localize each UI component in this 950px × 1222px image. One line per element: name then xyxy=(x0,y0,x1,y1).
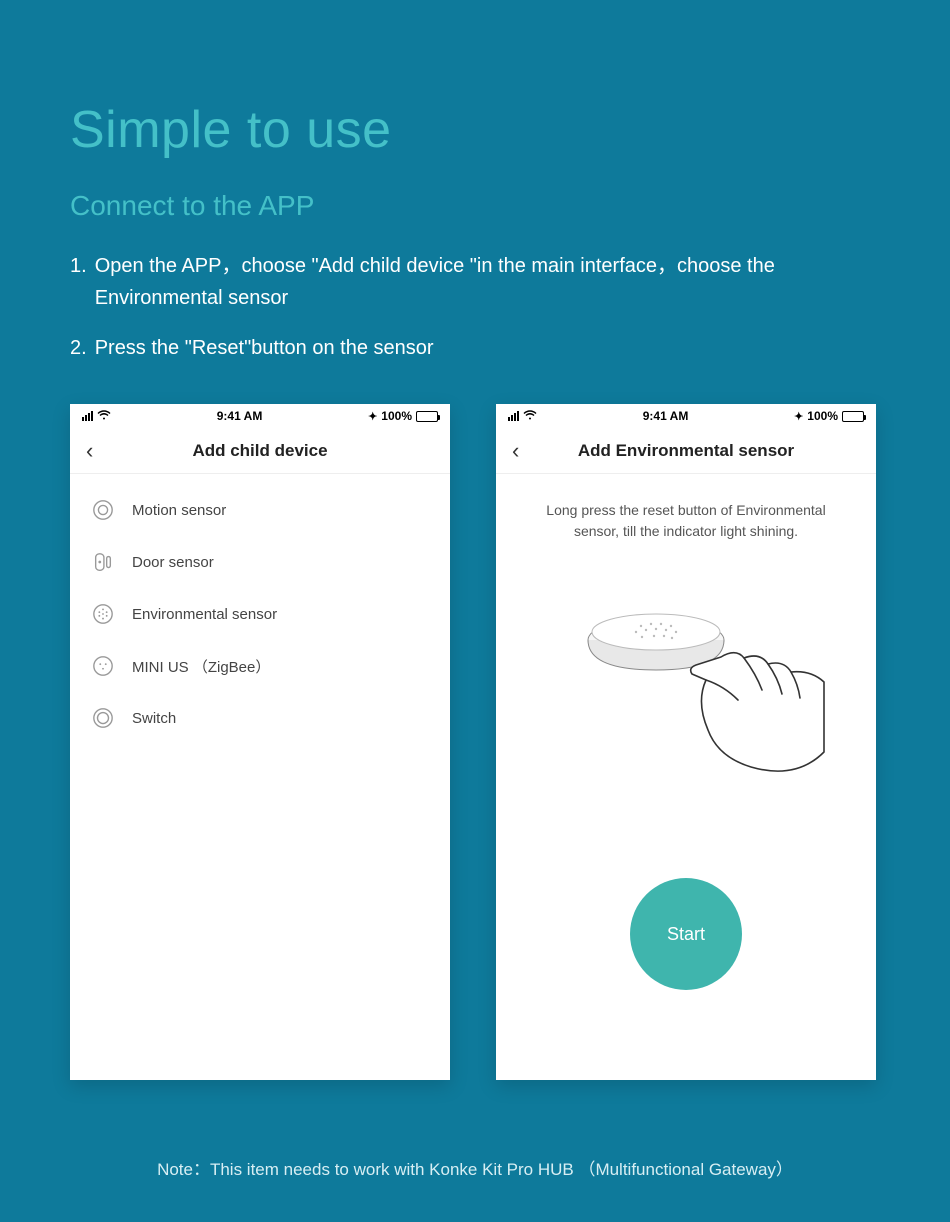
phone-mockups: 9:41 AM ✦ 100% ‹ Add child device Motion… xyxy=(70,404,880,1080)
signal-icon xyxy=(82,411,93,421)
footer-note: Note：This item needs to work with Konke … xyxy=(0,1155,950,1180)
step-number: 1. xyxy=(70,250,95,314)
bluetooth-icon: ✦ xyxy=(794,410,803,423)
device-item-mini-us[interactable]: MINI US （ZigBee） xyxy=(70,640,450,692)
device-label: MINI US （ZigBee） xyxy=(132,656,270,677)
device-item-motion[interactable]: Motion sensor xyxy=(70,484,450,536)
status-time: 9:41 AM xyxy=(643,409,689,423)
start-button[interactable]: Start xyxy=(630,878,742,990)
reset-instruction: Long press the reset button of Environme… xyxy=(496,474,876,552)
device-list: Motion sensor Door sensor Environmental … xyxy=(70,474,450,754)
nav-bar: ‹ Add Environmental sensor xyxy=(496,428,876,474)
device-item-environmental[interactable]: Environmental sensor xyxy=(70,588,450,640)
step-2: 2. Press the "Reset"button on the sensor xyxy=(70,332,880,364)
battery-icon xyxy=(842,411,864,422)
battery-icon xyxy=(416,411,438,422)
page-headline: Simple to use xyxy=(70,100,880,160)
step-1: 1. Open the APP，choose "Add child device… xyxy=(70,250,880,314)
step-text: Open the APP，choose "Add child device "i… xyxy=(95,250,880,314)
device-label: Motion sensor xyxy=(132,502,226,519)
battery-percent: 100% xyxy=(381,409,412,423)
nav-title: Add child device xyxy=(70,441,450,461)
reset-illustration xyxy=(496,552,876,1080)
wifi-icon xyxy=(523,409,537,423)
plug-icon xyxy=(92,655,114,677)
phone-right: 9:41 AM ✦ 100% ‹ Add Environmental senso… xyxy=(496,404,876,1080)
status-time: 9:41 AM xyxy=(217,409,263,423)
door-sensor-icon xyxy=(92,551,114,573)
environmental-sensor-icon xyxy=(92,603,114,625)
back-button[interactable]: ‹ xyxy=(86,440,93,462)
motion-sensor-icon xyxy=(92,499,114,521)
wifi-icon xyxy=(97,409,111,423)
bluetooth-icon: ✦ xyxy=(368,410,377,423)
nav-bar: ‹ Add child device xyxy=(70,428,450,474)
step-number: 2. xyxy=(70,332,95,364)
page-subheadline: Connect to the APP xyxy=(70,190,880,222)
status-bar: 9:41 AM ✦ 100% xyxy=(496,404,876,428)
phone-left: 9:41 AM ✦ 100% ‹ Add child device Motion… xyxy=(70,404,450,1080)
device-label: Door sensor xyxy=(132,554,214,571)
device-item-switch[interactable]: Switch xyxy=(70,692,450,744)
device-item-door[interactable]: Door sensor xyxy=(70,536,450,588)
signal-icon xyxy=(508,411,519,421)
step-text: Press the "Reset"button on the sensor xyxy=(95,332,880,364)
switch-icon xyxy=(92,707,114,729)
back-button[interactable]: ‹ xyxy=(512,440,519,462)
status-bar: 9:41 AM ✦ 100% xyxy=(70,404,450,428)
battery-percent: 100% xyxy=(807,409,838,423)
device-label: Switch xyxy=(132,710,176,727)
device-label: Environmental sensor xyxy=(132,606,277,623)
instruction-steps: 1. Open the APP，choose "Add child device… xyxy=(70,250,880,364)
nav-title: Add Environmental sensor xyxy=(496,441,876,461)
